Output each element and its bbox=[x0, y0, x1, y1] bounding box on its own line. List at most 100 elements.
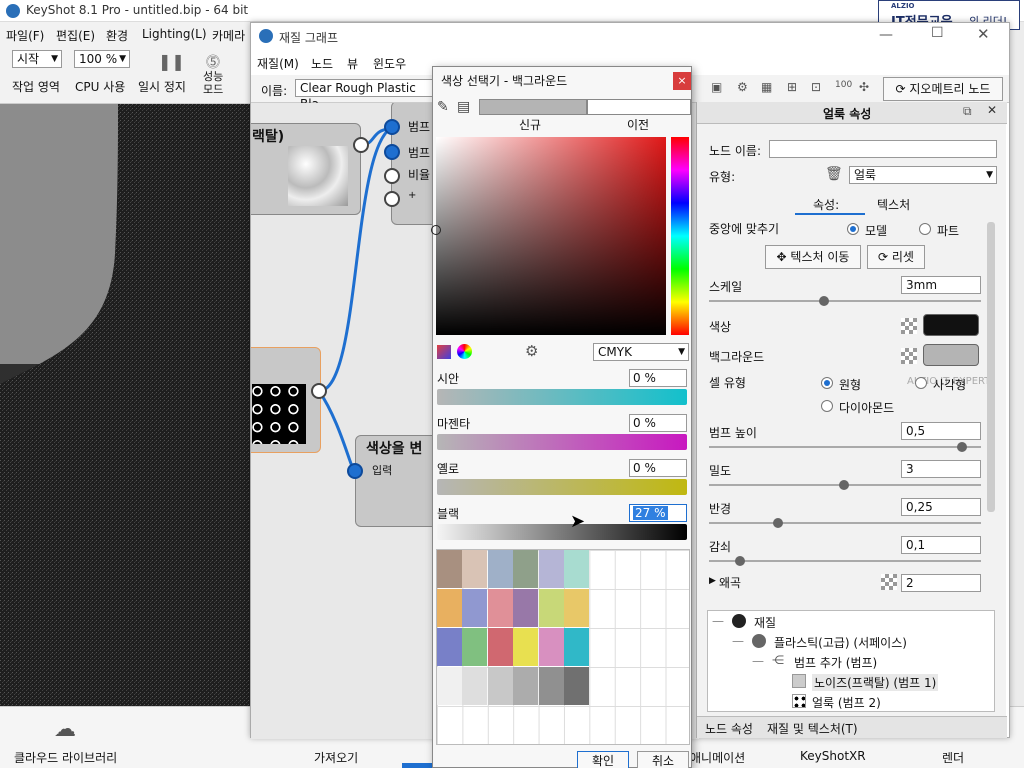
falloff-slider[interactable] bbox=[709, 556, 981, 566]
color-change-input-port[interactable] bbox=[347, 463, 363, 479]
tab-properties[interactable]: 속성: bbox=[813, 196, 839, 213]
color-swatch[interactable] bbox=[437, 628, 462, 666]
spots-output-port[interactable] bbox=[311, 383, 327, 399]
color-swatch[interactable] bbox=[538, 667, 564, 705]
black-input[interactable]: 27 % bbox=[629, 504, 687, 522]
black-slider[interactable] bbox=[437, 524, 687, 540]
pause-button[interactable]: 일시 정지 bbox=[138, 78, 186, 95]
noise-output-port[interactable] bbox=[353, 137, 369, 153]
expand-triangle-icon[interactable]: ▶ bbox=[709, 576, 716, 586]
circle-radio[interactable] bbox=[821, 377, 833, 389]
tree-collapse-icon[interactable]: — bbox=[712, 614, 724, 628]
color-mode-select[interactable]: CMYK ▼ bbox=[593, 343, 689, 361]
node-name-input[interactable] bbox=[769, 140, 997, 158]
render-button[interactable]: 렌더 bbox=[942, 749, 964, 766]
trash-icon[interactable]: 🗑 bbox=[825, 166, 843, 182]
work-area-button[interactable]: 작업 영역 bbox=[12, 78, 60, 95]
gear-icon[interactable]: ⚙ bbox=[525, 342, 538, 360]
falloff-knob[interactable] bbox=[735, 556, 745, 566]
sv-cursor[interactable] bbox=[431, 225, 441, 235]
menu-camera[interactable]: 카메라 bbox=[212, 27, 245, 44]
color-swatch[interactable] bbox=[513, 667, 539, 705]
hue-slider[interactable] bbox=[671, 137, 689, 335]
tab-material-texture[interactable]: 재질 및 텍스처(T) bbox=[767, 720, 858, 737]
tree-item-bump-add[interactable]: 범프 추가 (범프) bbox=[794, 654, 877, 671]
texture-map-icon[interactable] bbox=[881, 574, 897, 590]
magenta-slider[interactable] bbox=[437, 434, 687, 450]
performance-mode-button[interactable]: 성능 모드 bbox=[203, 70, 229, 96]
color-swatch[interactable] bbox=[538, 550, 564, 588]
tab-texture[interactable]: 텍스처 bbox=[877, 196, 910, 213]
menu-environment[interactable]: 환경 bbox=[106, 27, 128, 44]
cyan-slider[interactable] bbox=[437, 389, 687, 405]
node-tool-icon[interactable]: ⊞ bbox=[787, 80, 797, 94]
saturation-value-field[interactable] bbox=[436, 137, 666, 335]
radius-knob[interactable] bbox=[773, 518, 783, 528]
color-swatch[interactable] bbox=[513, 589, 539, 627]
tab-node-properties[interactable]: 노드 속성 bbox=[705, 720, 753, 737]
color-swatch[interactable] bbox=[513, 628, 539, 666]
cpu-usage-button[interactable]: CPU 사용 bbox=[75, 78, 125, 95]
mg-menu-window[interactable]: 윈도우 bbox=[373, 55, 406, 72]
close-icon[interactable]: ✕ bbox=[987, 103, 997, 117]
part-radio[interactable] bbox=[919, 223, 931, 235]
render-viewport[interactable] bbox=[0, 104, 252, 706]
bump-input-port-1[interactable] bbox=[384, 119, 400, 135]
scrollbar[interactable] bbox=[987, 222, 995, 512]
noise-node[interactable]: 랙탈) bbox=[251, 123, 361, 215]
cyan-input[interactable]: 0 % bbox=[629, 369, 687, 387]
cloud-library-button[interactable]: 클라우드 라이브러리 bbox=[14, 749, 117, 766]
node-tool-icon[interactable]: ▦ bbox=[761, 80, 772, 94]
pause-icon[interactable]: ❚❚ bbox=[158, 52, 185, 71]
bump-height-knob[interactable] bbox=[957, 442, 967, 452]
eyedropper-icon[interactable]: ✎ bbox=[437, 99, 449, 115]
radius-slider[interactable] bbox=[709, 518, 981, 528]
material-name-input[interactable]: Clear Rough Plastic Bla bbox=[295, 79, 435, 111]
keyshotxr-button[interactable]: KeyShotXR bbox=[800, 749, 866, 763]
density-knob[interactable] bbox=[839, 480, 849, 490]
scale-knob[interactable] bbox=[819, 296, 829, 306]
scale-input[interactable]: 3mm bbox=[901, 276, 981, 294]
color-swatch[interactable] bbox=[564, 628, 589, 666]
mg-menu-node[interactable]: 노드 bbox=[311, 55, 333, 72]
type-select[interactable]: 얼룩 ▼ bbox=[849, 166, 997, 184]
texture-map-icon[interactable] bbox=[901, 318, 917, 334]
node-tool-icon[interactable]: ✣ bbox=[859, 80, 869, 94]
minimize-icon[interactable]: — bbox=[879, 27, 893, 43]
color-swatch[interactable] bbox=[923, 314, 979, 336]
square-radio[interactable] bbox=[915, 377, 927, 389]
close-button[interactable]: × bbox=[673, 72, 691, 90]
radius-input[interactable]: 0,25 bbox=[901, 498, 981, 516]
color-swatch[interactable] bbox=[462, 628, 488, 666]
color-swatch[interactable] bbox=[462, 589, 488, 627]
model-radio[interactable] bbox=[847, 223, 859, 235]
color-square-icon[interactable] bbox=[437, 345, 451, 359]
bump-input-port-2[interactable] bbox=[384, 144, 400, 160]
menu-lighting[interactable]: Lighting(L) bbox=[142, 27, 207, 41]
color-swatch[interactable] bbox=[564, 667, 589, 705]
density-input[interactable]: 3 bbox=[901, 460, 981, 478]
color-swatch[interactable] bbox=[487, 589, 513, 627]
node-tool-icon[interactable]: ⚙ bbox=[737, 80, 748, 94]
zoom-select[interactable]: 100 % ▼ bbox=[74, 50, 130, 68]
color-swatch[interactable] bbox=[487, 628, 513, 666]
tree-item-material[interactable]: 재질 bbox=[754, 614, 776, 631]
falloff-input[interactable]: 0,1 bbox=[901, 536, 981, 554]
color-swatch[interactable] bbox=[462, 550, 488, 588]
undock-icon[interactable]: ⧉ bbox=[963, 104, 972, 119]
scale-slider[interactable] bbox=[709, 296, 981, 306]
add-input-port[interactable] bbox=[384, 191, 400, 207]
tree-collapse-icon[interactable]: — bbox=[752, 654, 764, 668]
reset-button[interactable]: ⟳ 리셋 bbox=[867, 245, 925, 269]
color-swatch[interactable] bbox=[437, 589, 462, 627]
move-texture-button[interactable]: ✥ 텍스처 이동 bbox=[765, 245, 861, 269]
tree-item-noise[interactable]: 노이즈(프랙탈) (범프 1) bbox=[812, 674, 939, 691]
texture-map-icon[interactable] bbox=[901, 348, 917, 364]
color-swatch[interactable] bbox=[462, 667, 488, 705]
menu-file[interactable]: 파일(F) bbox=[6, 27, 44, 44]
spots-node[interactable] bbox=[251, 347, 321, 453]
color-swatch[interactable] bbox=[564, 589, 589, 627]
cancel-button[interactable]: 취소 bbox=[637, 751, 689, 768]
color-swatch[interactable] bbox=[564, 550, 589, 588]
import-button[interactable]: 가져오기 bbox=[314, 749, 358, 766]
